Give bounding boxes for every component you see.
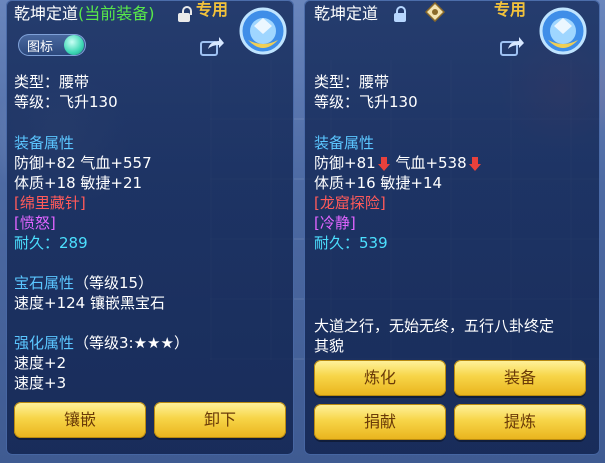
icon-toggle-label: 图标 — [27, 40, 54, 55]
durability-label: 耐久： — [14, 234, 60, 252]
share-icon[interactable] — [500, 36, 524, 56]
special-effect: [愤怒] — [14, 214, 56, 232]
remove-button[interactable]: 卸下 — [154, 402, 286, 438]
special-skill: [绵里藏针] — [14, 194, 86, 212]
enhance-level: （等级3:★★★） — [74, 334, 189, 352]
toggle-knob — [64, 35, 84, 55]
current-equipment-panel: 乾坤定道(当前装备) 专用 图标 类型：腰带 等级：飞升130 装备属性 防御+… — [6, 0, 294, 455]
item-title-row: 乾坤定道(当前装备) — [14, 4, 155, 24]
extract-button[interactable]: 提炼 — [454, 404, 586, 440]
refine-button[interactable]: 炼化 — [314, 360, 446, 396]
item-name: 乾坤定道 — [14, 4, 79, 23]
share-icon[interactable] — [200, 36, 224, 56]
special-skill: [龙窟探险] — [314, 194, 386, 212]
enhance-attributes-row: 强化属性（等级3:★★★） — [14, 333, 189, 353]
emblem-icon — [539, 7, 587, 55]
current-equipment-label: (当前装备) — [78, 4, 155, 23]
equipment-attributes-header: 装备属性 — [14, 134, 75, 152]
equipment-attributes-header: 装备属性 — [314, 134, 375, 152]
attribute-line-2: 体质+18 敏捷+21 — [14, 174, 143, 192]
durability-value: 289 — [59, 234, 88, 252]
compare-equipment-panel: 乾坤定道 专用 类型：腰带 等级：飞升130 装备属性 防御+81 气血+538… — [304, 0, 600, 455]
down-arrow-icon — [377, 156, 390, 171]
rating-diamond-icon — [425, 2, 445, 22]
level-line: 等级：飞升130 — [314, 93, 418, 111]
description-line-2: 其貌 — [314, 337, 345, 355]
durability-label: 耐久： — [314, 234, 360, 252]
attribute-line-1: 防御+82 气血+557 — [14, 154, 152, 172]
level-line: 等级：飞升130 — [14, 93, 118, 111]
durability-line: 耐久：289 — [14, 233, 88, 253]
emblem-icon — [239, 7, 287, 55]
attribute-line-2: 体质+16 敏捷+14 — [314, 174, 443, 192]
description-line-1: 大道之行，无始无终，五行八卦终定 — [314, 317, 555, 335]
exclusive-badge: 专用 — [196, 0, 229, 19]
special-effect: [冷静] — [314, 214, 356, 232]
durability-line: 耐久：539 — [314, 233, 388, 253]
durability-value: 539 — [359, 234, 388, 252]
enhance-line-2: 速度+3 — [14, 374, 67, 392]
hp-attribute: 气血+538 — [395, 154, 467, 172]
gem-attributes-header: 宝石属性 — [14, 274, 75, 292]
attribute-line-1: 防御+81 气血+538 — [314, 153, 482, 173]
enhance-line-1: 速度+2 — [14, 354, 67, 372]
gem-line: 速度+124 镶嵌黑宝石 — [14, 294, 165, 312]
icon-toggle[interactable]: 图标 — [18, 34, 86, 56]
item-name: 乾坤定道 — [314, 4, 379, 23]
equip-button[interactable]: 装备 — [454, 360, 586, 396]
inlay-button[interactable]: 镶嵌 — [14, 402, 146, 438]
gem-level: （等级15） — [74, 274, 154, 292]
down-arrow-icon — [468, 156, 481, 171]
lock-open-icon[interactable] — [178, 6, 192, 22]
lock-icon[interactable] — [394, 6, 406, 22]
enhance-attributes-header: 强化属性 — [14, 334, 75, 352]
defense-attribute: 防御+81 — [314, 154, 376, 172]
type-line: 类型：腰带 — [314, 73, 390, 91]
donate-button[interactable]: 捐献 — [314, 404, 446, 440]
type-line: 类型：腰带 — [14, 73, 90, 91]
exclusive-badge: 专用 — [494, 0, 527, 19]
gem-attributes-row: 宝石属性（等级15） — [14, 273, 153, 293]
